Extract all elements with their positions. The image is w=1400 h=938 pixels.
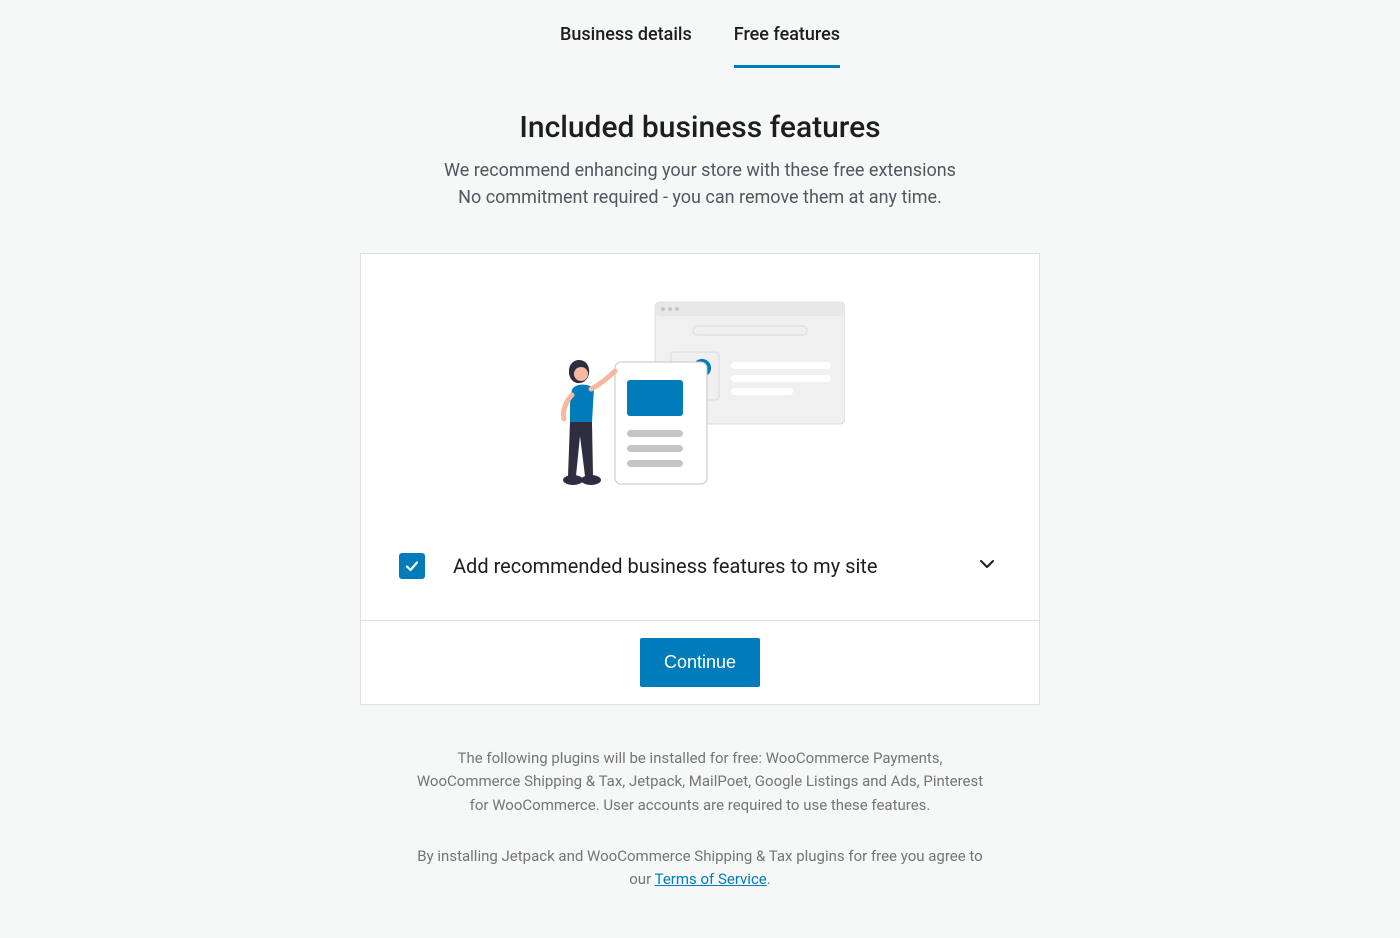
- checkbox-label: Add recommended business features to my …: [453, 554, 945, 578]
- tab-free-features[interactable]: Free features: [734, 20, 840, 68]
- add-features-checkbox[interactable]: [399, 553, 425, 579]
- subtitle-line-2: No commitment required - you can remove …: [458, 187, 942, 208]
- checkbox-row: Add recommended business features to my …: [361, 550, 1039, 620]
- expand-features-toggle[interactable]: [973, 550, 1001, 582]
- card-footer: Continue: [361, 620, 1039, 704]
- features-card: Add recommended business features to my …: [360, 253, 1040, 705]
- illustration: [555, 300, 845, 490]
- terms-suffix: .: [767, 870, 771, 888]
- terms-of-service-link[interactable]: Terms of Service: [655, 870, 767, 888]
- page-subtitle: We recommend enhancing your store with t…: [0, 157, 1400, 211]
- plugins-disclaimer: The following plugins will be installed …: [410, 747, 990, 817]
- continue-button[interactable]: Continue: [640, 638, 760, 687]
- terms-text: By installing Jetpack and WooCommerce Sh…: [410, 845, 990, 892]
- chevron-down-icon: [977, 554, 997, 574]
- tabs-container: Business details Free features: [0, 0, 1400, 68]
- subtitle-line-1: We recommend enhancing your store with t…: [444, 160, 956, 181]
- checkmark-icon: [404, 558, 420, 574]
- tab-business-details[interactable]: Business details: [560, 20, 692, 68]
- illustration-wrap: [361, 254, 1039, 550]
- page-title: Included business features: [0, 110, 1400, 145]
